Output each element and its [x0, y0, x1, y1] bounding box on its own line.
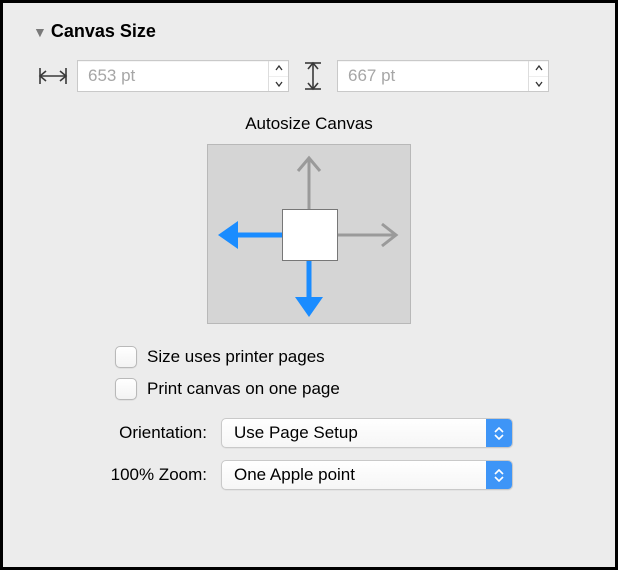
width-input[interactable]: 653 pt — [77, 60, 289, 92]
autosize-control[interactable] — [207, 144, 411, 324]
autosize-center[interactable] — [282, 209, 338, 261]
zoom-select[interactable]: One Apple point — [221, 460, 513, 490]
stepper-up-icon[interactable] — [269, 61, 288, 77]
canvas-size-panel: ▼ Canvas Size 653 pt — [3, 3, 615, 567]
zoom-row: 100% Zoom: One Apple point — [27, 460, 591, 490]
orientation-row: Orientation: Use Page Setup — [27, 418, 591, 448]
autosize-label: Autosize Canvas — [27, 114, 591, 134]
disclosure-triangle-icon[interactable]: ▼ — [33, 25, 47, 39]
section-header[interactable]: ▼ Canvas Size — [33, 21, 591, 42]
one-page-checkbox[interactable] — [115, 378, 137, 400]
autosize-arrow-right-icon[interactable] — [338, 224, 396, 246]
width-value: 653 pt — [78, 66, 268, 86]
stepper-down-icon[interactable] — [269, 77, 288, 92]
autosize-arrow-down-icon[interactable] — [295, 261, 323, 317]
one-page-row: Print canvas on one page — [115, 378, 591, 400]
one-page-label: Print canvas on one page — [147, 379, 340, 399]
printer-pages-label: Size uses printer pages — [147, 347, 325, 367]
width-stepper[interactable] — [268, 61, 288, 91]
printer-pages-checkbox[interactable] — [115, 346, 137, 368]
printer-pages-row: Size uses printer pages — [115, 346, 591, 368]
autosize-arrow-up-icon[interactable] — [298, 158, 320, 209]
stepper-down-icon[interactable] — [529, 77, 548, 92]
height-input[interactable]: 667 pt — [337, 60, 549, 92]
dimensions-row: 653 pt 667 pt — [37, 60, 591, 92]
orientation-label: Orientation: — [27, 423, 207, 443]
orientation-select[interactable]: Use Page Setup — [221, 418, 513, 448]
orientation-value: Use Page Setup — [222, 423, 486, 443]
height-stepper[interactable] — [528, 61, 548, 91]
select-arrows-icon[interactable] — [486, 419, 512, 447]
zoom-value: One Apple point — [222, 465, 486, 485]
stepper-up-icon[interactable] — [529, 61, 548, 77]
height-value: 667 pt — [338, 66, 528, 86]
autosize-arrow-left-icon[interactable] — [218, 221, 282, 249]
select-arrows-icon[interactable] — [486, 461, 512, 489]
width-icon — [37, 62, 69, 90]
height-icon — [297, 62, 329, 90]
section-title: Canvas Size — [51, 21, 156, 42]
zoom-label: 100% Zoom: — [27, 465, 207, 485]
